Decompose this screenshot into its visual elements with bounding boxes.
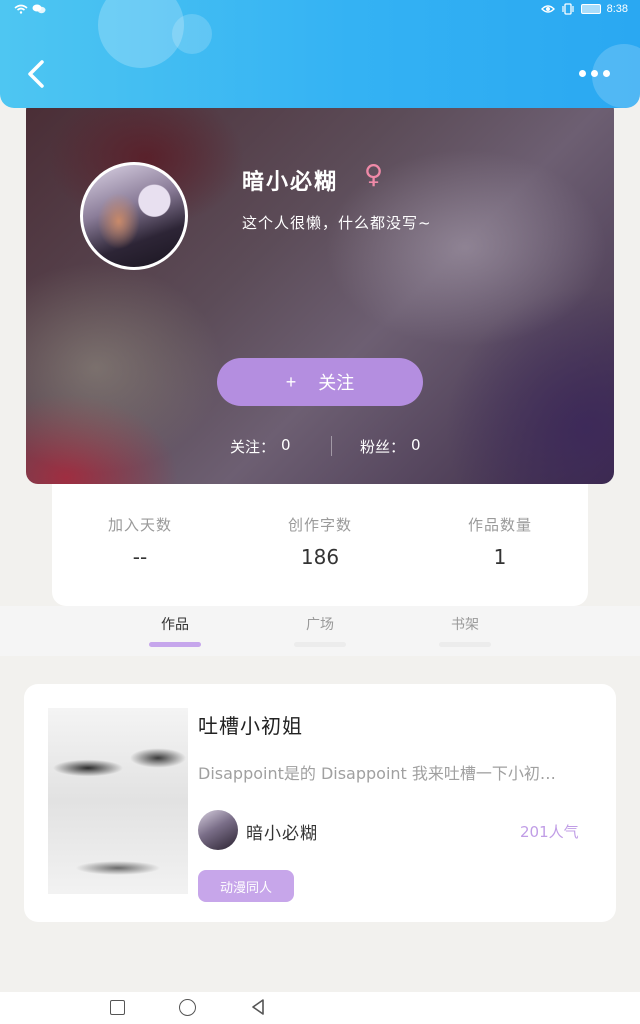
work-cover-image[interactable] bbox=[48, 708, 188, 894]
tab-works[interactable]: 作品 bbox=[145, 614, 205, 647]
profile-banner: 暗小必糊 ♀ 这个人很懒，什么都没写~ + 关注 关注： 0 粉丝： 0 bbox=[26, 98, 614, 484]
tab-indicator bbox=[294, 642, 346, 647]
profile-nickname: 暗小必糊 bbox=[242, 170, 339, 195]
stat-word-count: 创作字数 186 bbox=[260, 514, 380, 569]
work-description: Disappoint是的 Disappoint 我来吐槽一下小初… bbox=[198, 764, 556, 783]
stat-label: 加入天数 bbox=[107, 516, 172, 534]
following-value: 0 bbox=[281, 436, 291, 454]
fans-count[interactable]: 粉丝： 0 bbox=[360, 436, 421, 457]
profile-bio: 这个人很懒，什么都没写~ bbox=[242, 214, 432, 232]
fans-label: 粉丝： bbox=[360, 438, 406, 456]
tab-label: 广场 bbox=[306, 617, 334, 633]
tab-indicator bbox=[439, 642, 491, 647]
recent-apps-icon[interactable] bbox=[110, 1000, 125, 1015]
following-count[interactable]: 关注： 0 bbox=[230, 436, 291, 457]
tab-label: 作品 bbox=[161, 617, 189, 633]
stats-card: 加入天数 -- 创作字数 186 作品数量 1 bbox=[52, 484, 588, 606]
home-icon[interactable] bbox=[179, 999, 196, 1016]
status-left bbox=[14, 4, 46, 14]
more-dot-icon bbox=[591, 70, 598, 77]
category-tag[interactable]: 动漫同人 bbox=[198, 870, 294, 902]
profile-avatar[interactable] bbox=[80, 162, 188, 270]
plus-icon: + bbox=[285, 371, 297, 392]
battery-icon bbox=[580, 4, 601, 14]
status-time: 8:38 bbox=[606, 3, 628, 15]
tab-bookshelf[interactable]: 书架 bbox=[435, 614, 495, 647]
popularity-count: 201人气 bbox=[520, 823, 579, 841]
vibrate-icon bbox=[561, 3, 574, 15]
stat-join-days: 加入天数 -- bbox=[80, 514, 200, 569]
tab-bar: 作品 广场 书架 bbox=[0, 606, 640, 656]
following-label: 关注： bbox=[230, 438, 276, 456]
stat-value: -- bbox=[132, 545, 148, 569]
nav-back-icon[interactable] bbox=[250, 998, 266, 1016]
author-name[interactable]: 暗小必糊 bbox=[246, 819, 318, 844]
work-title[interactable]: 吐槽小初姐 bbox=[198, 710, 303, 739]
more-dot-icon bbox=[603, 70, 610, 77]
follow-button-label: 关注 bbox=[318, 373, 355, 393]
decor-bubble bbox=[172, 14, 212, 54]
eye-icon bbox=[540, 5, 555, 13]
fans-value: 0 bbox=[411, 436, 421, 454]
tab-square[interactable]: 广场 bbox=[290, 614, 350, 647]
follow-button[interactable]: + 关注 bbox=[217, 358, 423, 406]
system-nav-bar bbox=[0, 992, 640, 1024]
chat-icon bbox=[32, 4, 46, 14]
more-dot-icon bbox=[579, 70, 586, 77]
wifi-icon bbox=[14, 4, 28, 14]
stat-value: 186 bbox=[300, 545, 340, 569]
work-card[interactable]: 吐槽小初姐 Disappoint是的 Disappoint 我来吐槽一下小初… … bbox=[24, 684, 616, 922]
status-right: 8:38 bbox=[540, 3, 628, 15]
stat-value: 1 bbox=[493, 545, 507, 569]
back-arrow-icon[interactable] bbox=[22, 56, 52, 92]
stat-work-count: 作品数量 1 bbox=[440, 514, 560, 569]
author-avatar[interactable] bbox=[198, 810, 238, 850]
social-stats: 关注： 0 粉丝： 0 bbox=[26, 432, 614, 462]
tab-indicator bbox=[149, 642, 201, 647]
gender-female-icon: ♀ bbox=[364, 160, 384, 190]
divider bbox=[331, 436, 332, 456]
top-header: 8:38 bbox=[0, 0, 640, 108]
stat-label: 创作字数 bbox=[287, 516, 352, 534]
tab-label: 书架 bbox=[451, 617, 479, 633]
stat-label: 作品数量 bbox=[467, 516, 532, 534]
more-options-button[interactable] bbox=[579, 70, 610, 77]
